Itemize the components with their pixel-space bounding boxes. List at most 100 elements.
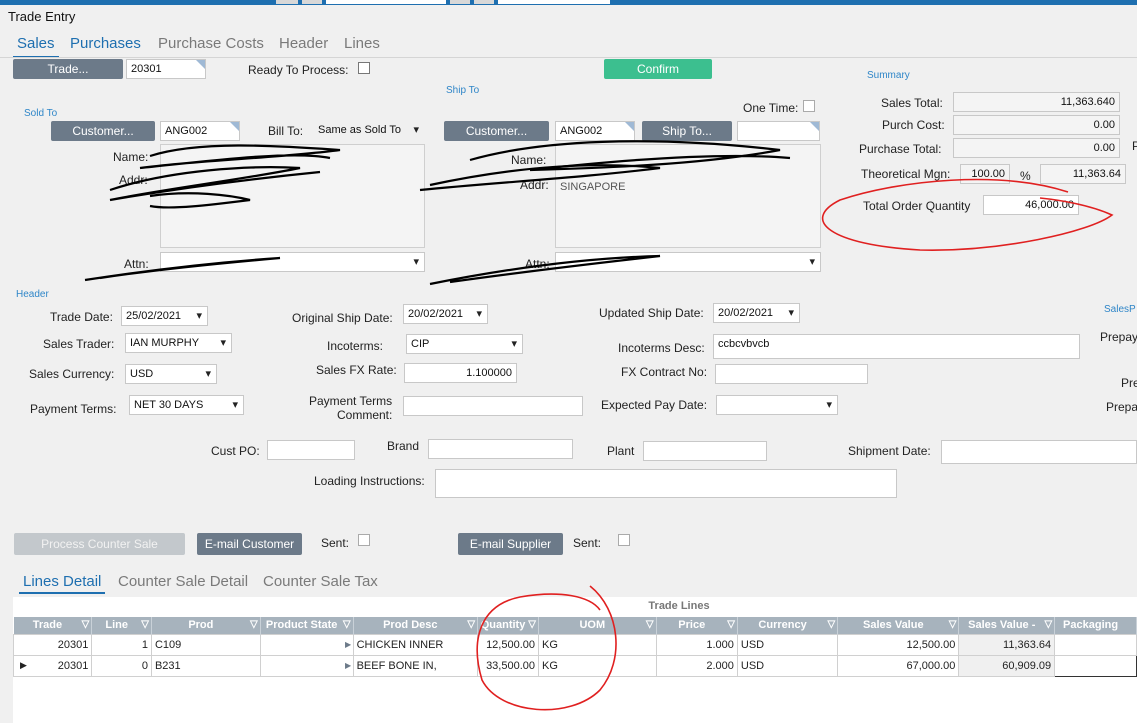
col-trade[interactable]: Trade ▽ — [13, 617, 93, 634]
sold-to-customer-button[interactable]: Customer... — [51, 121, 155, 141]
cell-trade[interactable]: 20301 — [12, 633, 93, 656]
table-row[interactable]: 20301 1 C109 CHICKEN INNER 12,500.00 KG … — [12, 633, 1137, 656]
cell-sales-value[interactable]: 67,000.00 — [837, 654, 960, 677]
cell-price[interactable]: 1.000 — [655, 633, 738, 656]
ship-to-address-box[interactable]: SINGAPORE — [555, 144, 821, 248]
process-counter-sale-button[interactable]: Process Counter Sale — [14, 533, 185, 555]
sold-to-customer-code[interactable]: ANG002 — [160, 121, 240, 141]
row-expand-icon[interactable]: ▶ — [345, 661, 351, 670]
filter-icon[interactable]: ▽ — [646, 619, 654, 630]
cell-price[interactable]: 2.000 — [655, 654, 738, 677]
incoterms-select[interactable]: CIP — [406, 334, 523, 354]
confirm-button[interactable]: Confirm — [604, 59, 712, 79]
sales-currency-select[interactable]: USD — [125, 364, 217, 384]
updated-ship-date-picker[interactable]: 20/02/2021 — [713, 303, 800, 323]
filter-icon[interactable]: ▽ — [828, 619, 836, 630]
filter-icon[interactable]: ▽ — [727, 619, 735, 630]
tab-counter-sale-tax[interactable]: Counter Sale Tax — [263, 573, 378, 590]
ready-to-process-checkbox[interactable] — [358, 62, 370, 74]
cell-sales-value-fx[interactable]: 11,363.64 — [958, 633, 1056, 656]
ship-to-attn-select[interactable] — [555, 252, 821, 272]
filter-icon[interactable]: ▽ — [528, 619, 536, 630]
col-packaging[interactable]: Packaging — [1054, 617, 1137, 634]
email-supplier-button[interactable]: E-mail Supplier — [458, 533, 563, 555]
summary-edge-label: P — [1132, 139, 1137, 153]
ship-to-customer-code[interactable]: ANG002 — [555, 121, 635, 141]
tab-header[interactable]: Header — [279, 35, 328, 52]
cell-prod-desc[interactable]: CHICKEN INNER — [352, 633, 479, 656]
cell-quantity[interactable]: 33,500.00 — [477, 654, 539, 677]
filter-icon[interactable]: ▽ — [467, 619, 475, 630]
cell-product-state[interactable] — [259, 654, 354, 677]
col-sales-value[interactable]: Sales Value ▽ — [837, 617, 960, 634]
cell-line[interactable]: 0 — [91, 654, 152, 677]
trade-number-field[interactable]: 20301 — [126, 59, 206, 79]
trade-date-picker[interactable]: 25/02/2021 — [121, 306, 208, 326]
email-customer-button[interactable]: E-mail Customer — [197, 533, 302, 555]
col-product-state[interactable]: Product State ▽ — [260, 617, 354, 634]
expected-pay-date-picker[interactable] — [716, 395, 838, 415]
cell-currency[interactable]: USD — [736, 654, 839, 677]
one-time-checkbox[interactable] — [803, 100, 815, 112]
brand-field[interactable] — [428, 439, 573, 459]
payment-terms-select[interactable]: NET 30 DAYS — [129, 395, 244, 415]
filter-icon[interactable]: ▽ — [343, 619, 351, 630]
tab-counter-sale-detail[interactable]: Counter Sale Detail — [118, 573, 248, 590]
sent-customer-checkbox[interactable] — [358, 534, 370, 546]
sales-fx-rate-field[interactable]: 1.100000 — [404, 363, 517, 383]
trade-button[interactable]: Trade... — [13, 59, 123, 79]
ship-to-code-field[interactable] — [737, 121, 820, 141]
col-currency[interactable]: Currency ▽ — [737, 617, 839, 634]
tab-sales[interactable]: Sales — [13, 35, 59, 58]
sent-supplier-checkbox[interactable] — [618, 534, 630, 546]
col-prod-desc[interactable]: Prod Desc ▽ — [353, 617, 479, 634]
tab-purchase-costs[interactable]: Purchase Costs — [158, 35, 264, 52]
filter-icon[interactable]: ▽ — [1044, 619, 1052, 630]
cell-quantity[interactable]: 12,500.00 — [477, 633, 539, 656]
row-expand-icon[interactable]: ▶ — [345, 640, 351, 649]
sales-trader-select[interactable]: IAN MURPHY — [125, 333, 232, 353]
cell-currency[interactable]: USD — [736, 633, 839, 656]
tab-lines-detail[interactable]: Lines Detail — [18, 573, 106, 594]
bill-to-select[interactable]: Same as Sold To — [314, 121, 424, 141]
cell-product-state[interactable] — [259, 633, 354, 656]
tab-purchases[interactable]: Purchases — [70, 35, 141, 52]
filter-icon[interactable]: ▽ — [949, 619, 957, 630]
ship-to-customer-button[interactable]: Customer... — [444, 121, 549, 141]
ship-to-section-label: Ship To — [446, 85, 480, 96]
cell-packaging[interactable] — [1054, 633, 1137, 656]
table-row[interactable]: 20301 0 B231 BEEF BONE IN, 33,500.00 KG … — [12, 654, 1137, 677]
cell-prod[interactable]: C109 — [150, 633, 261, 656]
sent-supplier-label: Sent: — [573, 536, 602, 550]
cell-line[interactable]: 1 — [91, 633, 152, 656]
cust-po-field[interactable] — [267, 440, 355, 460]
sold-to-address-box[interactable] — [160, 144, 425, 248]
cust-po-label: Cust PO: — [211, 444, 260, 458]
col-quantity[interactable]: Quantity ▽ — [477, 617, 539, 634]
col-price[interactable]: Price ▽ — [656, 617, 738, 634]
cell-uom[interactable]: KG — [538, 654, 657, 677]
filter-icon[interactable]: ▽ — [82, 619, 90, 630]
incoterms-desc-field[interactable]: ccbcvbvcb — [713, 334, 1080, 359]
cell-uom[interactable]: KG — [538, 633, 657, 656]
filter-icon[interactable]: ▽ — [250, 619, 258, 630]
cell-prod-desc[interactable]: BEEF BONE IN, — [352, 654, 479, 677]
fx-contract-field[interactable] — [715, 364, 868, 384]
sold-to-attn-select[interactable] — [160, 252, 425, 272]
shipment-date-field[interactable] — [941, 440, 1137, 464]
col-prod[interactable]: Prod ▽ — [151, 617, 261, 634]
ship-to-button[interactable]: Ship To... — [642, 121, 732, 141]
filter-icon[interactable]: ▽ — [141, 619, 149, 630]
loading-instructions-field[interactable] — [435, 469, 897, 498]
col-line[interactable]: Line ▽ — [91, 617, 152, 634]
plant-field[interactable] — [643, 441, 767, 461]
col-uom[interactable]: UOM ▽ — [538, 617, 657, 634]
cell-prod[interactable]: B231 — [150, 654, 261, 677]
cell-sales-value-fx[interactable]: 60,909.09 — [958, 654, 1056, 677]
tab-lines[interactable]: Lines — [344, 35, 380, 52]
cell-packaging[interactable] — [1054, 654, 1137, 677]
col-sales-value-fx[interactable]: Sales Value - ▽ — [958, 617, 1056, 634]
payment-terms-comment-field[interactable] — [403, 396, 583, 416]
cell-sales-value[interactable]: 12,500.00 — [837, 633, 960, 656]
original-ship-date-picker[interactable]: 20/02/2021 — [403, 304, 488, 324]
